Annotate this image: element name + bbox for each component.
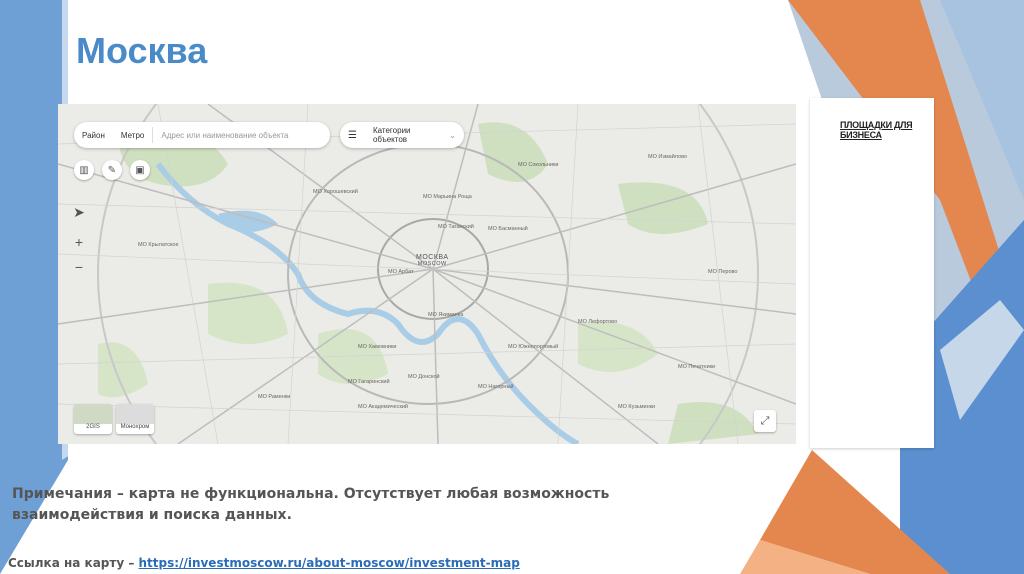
search-input[interactable]: Адрес или наименование объекта [153,131,296,140]
district-label: МО Таганский [438,224,474,230]
tab-district[interactable]: Район [74,131,113,140]
business-sites-panel: ПЛОЩАДКИ ДЛЯ БИЗНЕСА [810,98,934,448]
map-link-line: Ссылка на карту – https://investmoscow.r… [8,556,520,570]
locate-icon[interactable]: ➤ [72,204,86,221]
district-label: МО Крылатское [138,242,179,248]
district-label: МО Хамовники [358,344,397,350]
map-view[interactable]: МОСКВА MOSCOW МО Таганский МО Арбат МО Я… [58,104,796,444]
district-label: МО Печатники [678,364,716,370]
map-center-label: МОСКВА MOSCOW [416,254,449,267]
fullscreen-icon[interactable]: ⤢ [754,410,776,432]
tab-metro[interactable]: Метро [113,131,153,140]
district-label: МО Кузьминки [618,404,656,410]
district-label: МО Раменки [258,394,291,400]
slide-title: Москва [76,30,208,71]
search-bar: Район Метро Адрес или наименование объек… [74,122,330,148]
district-label: МО Академический [358,404,408,410]
district-label: МО Донской [408,374,440,380]
district-label: МО Хорошевский [313,189,358,195]
chevron-down-icon: ⌄ [449,130,456,140]
layer-2gis-button[interactable]: 2GIS [74,404,112,434]
zoom-in-button[interactable]: + [72,234,86,250]
district-label: МО Якиманка [428,312,464,318]
layer-monochrome-button[interactable]: Монохром [116,404,154,434]
draw-icon[interactable]: ✎ [102,160,122,180]
ruler-icon[interactable]: ▥ [74,160,94,180]
layer-thumbnail [74,404,112,424]
image-icon[interactable]: ▣ [130,160,150,180]
zoom-out-button[interactable]: − [72,259,86,275]
district-label: МО Нагорный [478,384,514,390]
categories-dropdown[interactable]: ☰ Категории объектов ⌄ [340,122,464,148]
district-label: МО Гагаринский [348,379,390,385]
district-label: МО Южнопортовый [508,344,559,350]
panel-title: ПЛОЩАДКИ ДЛЯ БИЗНЕСА [840,120,913,140]
district-label: МО Перово [708,269,738,275]
district-label: МО Марьина Роща [423,194,472,200]
layer-thumbnail [116,404,154,424]
layer-label: Монохром [120,424,150,430]
link-prefix: Ссылка на карту – [8,556,139,570]
map-link[interactable]: https://investmoscow.ru/about-moscow/inv… [139,556,520,570]
filter-icon: ☰ [348,129,357,141]
district-label: МО Арбат [388,269,414,275]
categories-label: Категории объектов [372,126,411,144]
district-label: МО Сокольники [518,162,559,168]
district-label: МО Басманный [488,226,528,232]
layer-label: 2GIS [86,424,100,430]
district-label: МО Измайлово [648,154,688,160]
district-label: МО Лефортово [578,319,618,325]
slide-notes: Примечания – карта не функциональна. Отс… [12,486,610,523]
